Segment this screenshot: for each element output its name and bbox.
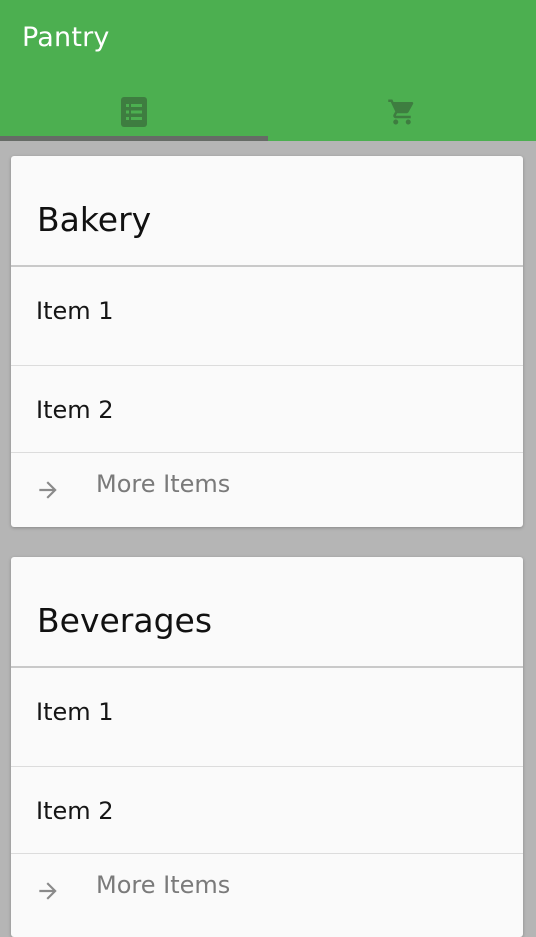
item-label: Item 2 bbox=[36, 797, 114, 825]
card-title: Bakery bbox=[37, 200, 152, 239]
card-title: Beverages bbox=[37, 601, 213, 640]
app-bar: Pantry bbox=[0, 0, 536, 141]
more-items-button[interactable]: More Items bbox=[11, 453, 523, 527]
arrow-right-icon bbox=[39, 481, 57, 499]
item-label: Item 1 bbox=[36, 297, 114, 325]
tab-indicator bbox=[0, 136, 268, 141]
list-icon bbox=[121, 96, 147, 127]
more-items-button[interactable]: More Items bbox=[11, 854, 523, 928]
app-title: Pantry bbox=[22, 22, 110, 53]
item-label: Item 1 bbox=[36, 698, 114, 726]
list-item[interactable]: Item 2 bbox=[11, 366, 523, 453]
more-items-label: More Items bbox=[96, 871, 231, 899]
list-item[interactable]: Item 1 bbox=[11, 668, 523, 767]
more-items-label: More Items bbox=[96, 470, 231, 498]
card-header: Bakery bbox=[11, 156, 523, 267]
shopping-cart-icon bbox=[388, 99, 414, 124]
list-item[interactable]: Item 1 bbox=[11, 267, 523, 366]
card-header: Beverages bbox=[11, 557, 523, 668]
arrow-right-icon bbox=[39, 882, 57, 900]
item-label: Item 2 bbox=[36, 396, 114, 424]
list-item[interactable]: Item 2 bbox=[11, 767, 523, 854]
tab-cart[interactable] bbox=[268, 82, 536, 141]
category-card-bakery: Bakery Item 1 Item 2 More Items bbox=[11, 156, 523, 527]
tab-list[interactable] bbox=[0, 82, 268, 141]
category-card-beverages: Beverages Item 1 Item 2 More Items bbox=[11, 557, 523, 937]
